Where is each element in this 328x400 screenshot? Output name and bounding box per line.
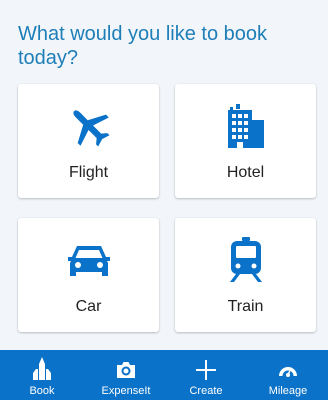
nav-item-expenseit[interactable]: ExpenseIt (86, 350, 166, 400)
book-flight-card[interactable]: Flight (18, 84, 159, 198)
camera-icon (117, 362, 135, 378)
speedometer-icon (279, 366, 297, 377)
bottom-navigation: Book ExpenseIt Create Mileage (0, 350, 328, 400)
book-tower-icon (33, 357, 51, 380)
hotel-label: Hotel (226, 164, 265, 181)
car-label: Car (75, 298, 102, 315)
nav-label-create: Create (189, 385, 223, 397)
book-train-card[interactable]: Train (175, 218, 316, 332)
train-label: Train (227, 298, 264, 315)
nav-item-book[interactable]: Book (2, 350, 82, 400)
plus-icon (196, 360, 216, 380)
book-car-card[interactable]: Car (18, 218, 159, 332)
page-title: What would you like to book today? (18, 23, 268, 69)
nav-item-create[interactable]: Create (166, 350, 246, 400)
nav-label-expenseit: ExpenseIt (101, 385, 151, 397)
book-hotel-card[interactable]: Hotel (175, 84, 316, 198)
nav-label-mileage: Mileage (268, 385, 308, 397)
nav-label-book: Book (29, 385, 55, 397)
train-icon (229, 237, 262, 282)
flight-label: Flight (68, 164, 109, 181)
nav-item-mileage[interactable]: Mileage (248, 350, 328, 400)
airplane-icon (72, 110, 110, 147)
hotel-building-icon (227, 104, 264, 148)
car-icon (67, 246, 110, 276)
